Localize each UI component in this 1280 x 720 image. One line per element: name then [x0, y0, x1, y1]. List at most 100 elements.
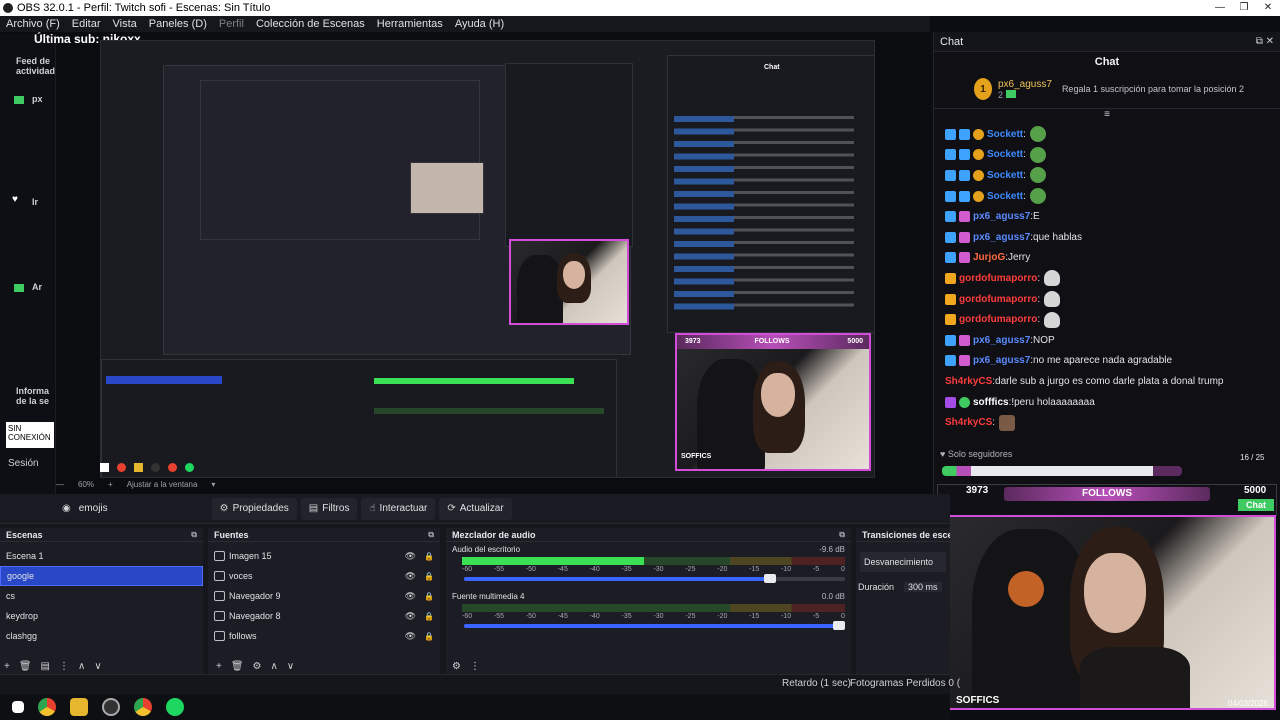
- more-icon[interactable]: ⋮: [470, 661, 480, 672]
- volume-slider[interactable]: [464, 574, 845, 583]
- source-item[interactable]: voces 👁 🔒: [208, 566, 440, 586]
- up-icon[interactable]: ∧: [271, 661, 278, 672]
- eye-icon[interactable]: 👁: [405, 611, 416, 622]
- zoom-in-icon[interactable]: +: [108, 480, 113, 489]
- expand-icon[interactable]: ≡: [934, 109, 1280, 123]
- scene-item[interactable]: Escena 1: [0, 546, 203, 566]
- slider-handle[interactable]: [764, 574, 777, 583]
- maximize-button[interactable]: ❐: [1232, 0, 1256, 16]
- menu-perfil[interactable]: Perfil: [213, 18, 250, 30]
- eye-icon[interactable]: 👁: [405, 551, 416, 562]
- source-item[interactable]: Navegador 9 👁 🔒: [208, 586, 440, 606]
- chat-username[interactable]: Sockett: [987, 191, 1023, 202]
- menu-archivo[interactable]: Archivo (F): [0, 18, 66, 30]
- pinned-user[interactable]: px6_aguss7: [998, 79, 1052, 90]
- chrome-profile-icon[interactable]: [134, 698, 152, 716]
- gear-icon[interactable]: ⚙: [253, 661, 262, 672]
- up-icon[interactable]: ∧: [78, 661, 85, 672]
- file-explorer-icon[interactable]: [70, 698, 88, 716]
- chat-username[interactable]: px6_aguss7: [973, 335, 1030, 346]
- preview-area[interactable]: Feed de actividad px ♥ Ir Ar Informa de …: [0, 32, 930, 494]
- chat-username[interactable]: px6_aguss7: [973, 211, 1030, 222]
- source-item[interactable]: Imagen 15 👁 🔒: [208, 546, 440, 566]
- menu-ayuda[interactable]: Ayuda (H): [449, 18, 510, 30]
- minimize-button[interactable]: —: [1208, 0, 1232, 16]
- source-item[interactable]: Navegador 8 👁 🔒: [208, 606, 440, 626]
- eye-icon[interactable]: 👁: [405, 591, 416, 602]
- menu-paneles[interactable]: Paneles (D): [143, 18, 213, 30]
- eye-icon[interactable]: 👁: [405, 571, 416, 582]
- chat-username[interactable]: Sockett: [987, 129, 1023, 140]
- chat-username[interactable]: Sockett: [987, 149, 1023, 160]
- chat-username[interactable]: Sockett: [987, 170, 1023, 181]
- meter-scale: -60 -55 -50 -45 -40 -35 -30 -25 -20 -15 -10 -5 0: [462, 613, 845, 620]
- menu-editar[interactable]: Editar: [66, 18, 107, 30]
- lock-icon[interactable]: 🔒: [424, 632, 434, 641]
- nested-chat: Chat: [667, 55, 874, 333]
- chat-text: NOP: [1033, 334, 1055, 346]
- lock-icon[interactable]: 🔒: [424, 572, 434, 581]
- spotify-icon[interactable]: [166, 698, 184, 716]
- refresh-button[interactable]: ⟳ Actualizar: [439, 497, 512, 520]
- chevron-down-icon[interactable]: ▾: [211, 480, 215, 489]
- obs-icon[interactable]: [102, 698, 120, 716]
- scene-item[interactable]: clashgg: [0, 626, 203, 646]
- source-item[interactable]: follows 👁 🔒: [208, 626, 440, 646]
- scale-tick: -15: [749, 566, 760, 573]
- preview-canvas[interactable]: Chat 3973 FOLLOWS 5000 SOFFICS: [100, 40, 875, 478]
- chat-username[interactable]: gordofumaporro: [959, 314, 1037, 325]
- menu-coleccion[interactable]: Colección de Escenas: [250, 18, 371, 30]
- chat-message: px6_aguss7: E: [934, 206, 1280, 227]
- chat-username[interactable]: Sh4rkyCS: [945, 417, 992, 428]
- source-icon: ◉: [62, 503, 71, 514]
- chrome-icon[interactable]: [38, 698, 56, 716]
- chat-username[interactable]: sofffics: [973, 397, 1009, 408]
- add-icon[interactable]: +: [4, 661, 10, 672]
- transition-select[interactable]: Desvanecimiento: [860, 552, 946, 572]
- channel-name: Audio del escritorio: [452, 545, 521, 554]
- chat-username[interactable]: JurjoG: [973, 252, 1005, 263]
- interact-button[interactable]: ☝ Interactuar: [361, 497, 436, 520]
- more-icon[interactable]: ⋮: [59, 661, 69, 672]
- menu-vista[interactable]: Vista: [107, 18, 143, 30]
- chat-username[interactable]: Sh4rkyCS: [945, 376, 992, 387]
- chat-badge-icon: [973, 190, 984, 202]
- chat-username[interactable]: px6_aguss7: [973, 232, 1030, 243]
- filter-icon[interactable]: ▤: [41, 661, 50, 672]
- windows-start-icon[interactable]: [12, 701, 24, 713]
- dock-controls[interactable]: ⧉ ✕: [1256, 36, 1274, 47]
- chat-username[interactable]: px6_aguss7: [973, 355, 1030, 366]
- lock-icon[interactable]: 🔒: [424, 552, 434, 561]
- dock-float-icon[interactable]: ⧉: [191, 530, 197, 540]
- down-icon[interactable]: ∨: [94, 661, 101, 672]
- chat-input-preview[interactable]: [942, 466, 1182, 476]
- chat-button[interactable]: Chat: [1238, 499, 1274, 511]
- scene-item[interactable]: keydrop: [0, 606, 203, 626]
- down-icon[interactable]: ∨: [287, 661, 294, 672]
- chat-message: gordofumaporro:: [934, 309, 1280, 330]
- filters-button[interactable]: ▤ Filtros: [300, 497, 358, 520]
- close-button[interactable]: ✕: [1256, 0, 1280, 16]
- duration-input[interactable]: 300 ms: [904, 582, 942, 592]
- chat-emote-icon: [999, 414, 1016, 431]
- gear-icon[interactable]: ⚙: [452, 661, 461, 672]
- add-icon[interactable]: +: [216, 661, 222, 672]
- zoom-icon[interactable]: —: [56, 480, 64, 489]
- dock-float-icon[interactable]: ⧉: [839, 530, 845, 540]
- properties-button[interactable]: ⚙ Propiedades: [211, 497, 297, 520]
- trash-icon[interactable]: 🗑: [19, 661, 32, 672]
- scenes-pane: Escenas ⧉ Escena 1 google cs keydrop clashgg …: [0, 528, 203, 674]
- scene-item[interactable]: cs: [0, 586, 203, 606]
- volume-slider[interactable]: [464, 621, 845, 630]
- scene-item[interactable]: google: [0, 566, 203, 586]
- menu-herramientas[interactable]: Herramientas: [371, 18, 449, 30]
- fit-window-select[interactable]: Ajustar a la ventana: [127, 480, 198, 489]
- lock-icon[interactable]: 🔒: [424, 612, 434, 621]
- chat-username[interactable]: gordofumaporro: [959, 294, 1037, 305]
- lock-icon[interactable]: 🔒: [424, 592, 434, 601]
- eye-icon[interactable]: 👁: [405, 631, 416, 642]
- dock-float-icon[interactable]: ⧉: [428, 530, 434, 540]
- slider-handle[interactable]: [833, 621, 845, 630]
- chat-username[interactable]: gordofumaporro: [959, 273, 1037, 284]
- trash-icon[interactable]: 🗑: [231, 661, 244, 672]
